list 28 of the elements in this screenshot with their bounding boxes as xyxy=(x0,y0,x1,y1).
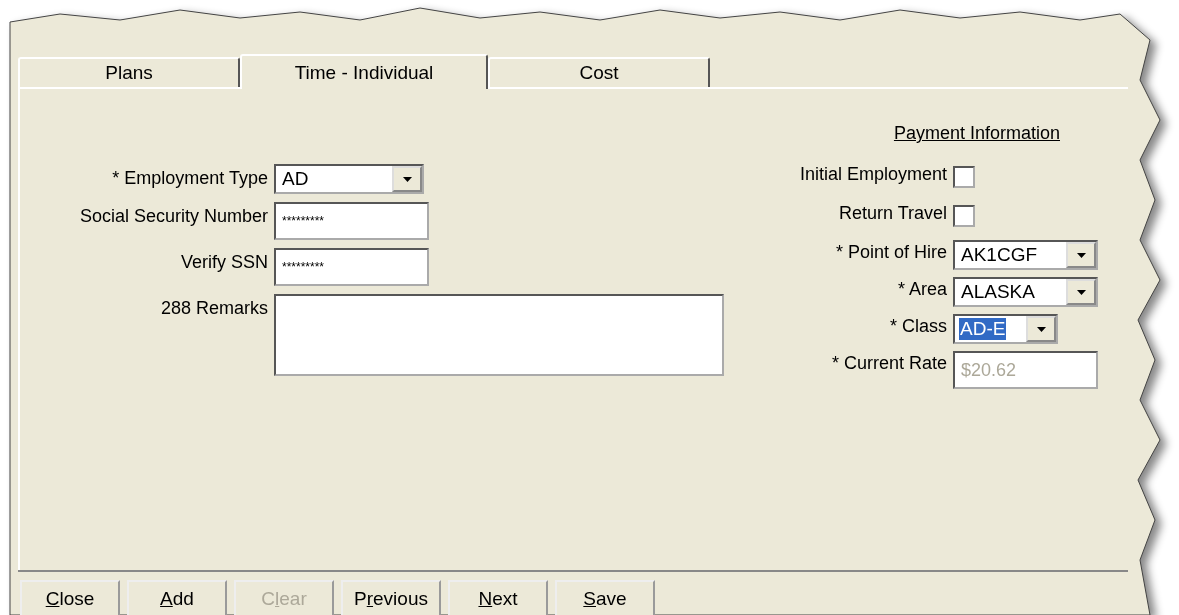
field-label: Initial Employment xyxy=(799,163,947,185)
dropdown[interactable]: ALASKA xyxy=(953,277,1098,307)
field-label: 288 Remarks xyxy=(159,297,268,319)
field-label: Social Security Number xyxy=(78,205,268,227)
form-button[interactable]: Add xyxy=(127,580,227,615)
field-label: * Point of Hire xyxy=(834,241,947,263)
input-field[interactable]: ********* xyxy=(274,202,429,240)
section-heading: Payment Information xyxy=(893,123,1060,144)
form-button[interactable]: Next xyxy=(448,580,548,615)
dropdown[interactable]: AK1CGF xyxy=(953,240,1098,270)
checkbox[interactable] xyxy=(953,166,975,188)
form-button[interactable]: Save xyxy=(555,580,655,615)
form-button[interactable]: Close xyxy=(20,580,120,615)
field-label: Return Travel xyxy=(837,202,947,224)
remarks-field[interactable] xyxy=(274,294,724,376)
tab[interactable]: Plans xyxy=(18,57,240,87)
field-label: * Class xyxy=(889,315,947,337)
field-label: * Employment Type xyxy=(111,167,268,189)
checkbox[interactable] xyxy=(953,205,975,227)
form-button[interactable]: Previous xyxy=(341,580,441,615)
field-label: Verify SSN xyxy=(179,251,268,273)
tab[interactable]: Time - Individual xyxy=(240,54,488,89)
field-label: * Current Rate xyxy=(830,352,947,374)
dropdown[interactable]: AD-E xyxy=(953,314,1058,344)
dropdown[interactable]: AD xyxy=(274,164,424,194)
tab[interactable]: Cost xyxy=(488,57,710,87)
field-label: * Area xyxy=(896,278,947,300)
input-field[interactable]: ********* xyxy=(274,248,429,286)
